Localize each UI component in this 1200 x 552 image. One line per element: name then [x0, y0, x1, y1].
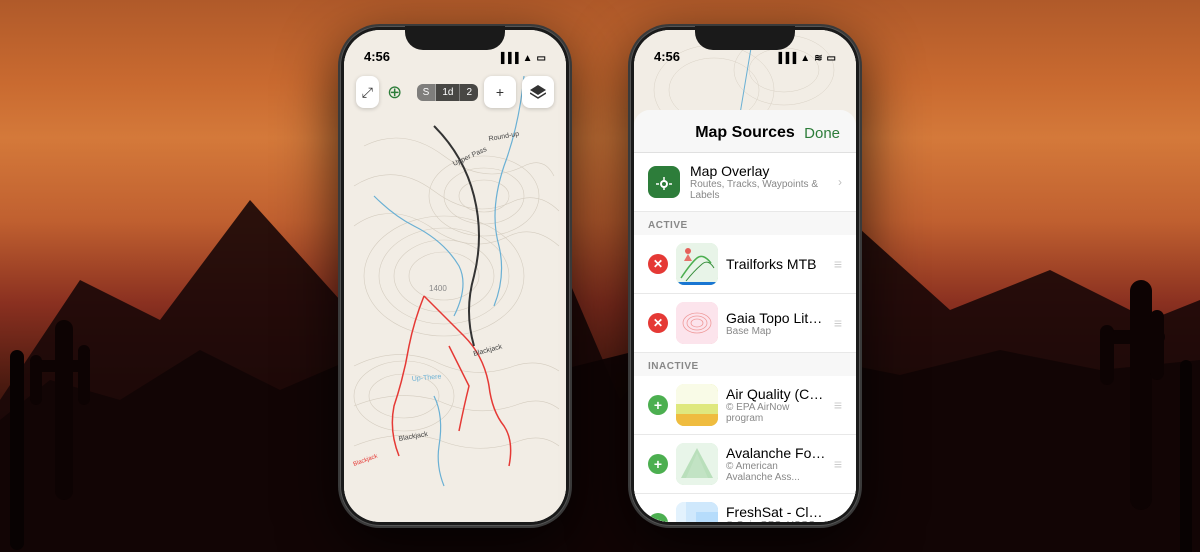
phones-container: 1400 Upper Pass Round-up Blackjack Black… — [0, 0, 1200, 552]
airquality-info: Air Quality (Current) © EPA AirNow progr… — [726, 386, 826, 424]
avalanche-subtitle: © American Avalanche Ass... — [726, 461, 826, 483]
map-sources-title: Map Sources — [695, 124, 795, 142]
avalanche-name: Avalanche Forecast — [726, 445, 826, 461]
layers-button[interactable] — [522, 76, 554, 108]
overlay-chevron: › — [838, 175, 842, 189]
airquality-thumbnail — [676, 384, 718, 426]
phone-right: 4:56 ▐▐▐ ▲ ≋ ▭ Map Sources Done — [630, 26, 860, 526]
phone-left-notch — [405, 26, 505, 50]
phone-right-screen: 4:56 ▐▐▐ ▲ ≋ ▭ Map Sources Done — [634, 30, 856, 522]
add-airquality-button[interactable]: + — [648, 395, 668, 415]
map-overlay-row[interactable]: Map Overlay Routes, Tracks, Waypoints & … — [634, 153, 856, 212]
map-segments: S 1d 2 — [417, 84, 478, 101]
source-row-trailforks[interactable]: ✕ Trailforks MTB — [634, 235, 856, 294]
avalanche-thumbnail — [676, 443, 718, 485]
signal-icon-left: ▐▐▐ — [497, 53, 518, 64]
time-left: 4:56 — [364, 49, 390, 64]
trailforks-thumbnail — [676, 243, 718, 285]
status-icons-right: ▐▐▐ ▲ ≋ ▭ — [775, 53, 836, 64]
segment-s[interactable]: S — [417, 84, 437, 101]
remove-gaia-button[interactable]: ✕ — [648, 313, 668, 333]
map-sources-screen: 4:56 ▐▐▐ ▲ ≋ ▭ Map Sources Done — [634, 30, 856, 522]
overlay-text: Map Overlay Routes, Tracks, Waypoints & … — [690, 163, 828, 201]
signal-icon-right: ▐▐▐ — [775, 53, 796, 64]
trailforks-handle[interactable]: ≡ — [834, 256, 842, 272]
airquality-name: Air Quality (Current) — [726, 386, 826, 402]
freshsat-name: FreshSat - Cloud Free — [726, 504, 826, 520]
gaia-thumbnail — [676, 302, 718, 344]
trailforks-name: Trailforks MTB — [726, 256, 826, 272]
map-sources-panel: Map Sources Done — [634, 110, 856, 522]
freshsat-handle[interactable]: ≡ — [834, 515, 842, 522]
active-section-header: ACTIVE — [634, 212, 856, 235]
add-button[interactable]: + — [484, 76, 516, 108]
trailforks-info: Trailforks MTB — [726, 256, 826, 272]
overlay-icon — [648, 166, 680, 198]
time-right: 4:56 — [654, 49, 680, 64]
map-content: 1400 Upper Pass Round-up Blackjack Black… — [344, 30, 566, 522]
expand-button[interactable]: ⤢ — [356, 76, 379, 108]
active-underline — [678, 282, 716, 285]
gaia-subtitle: Base Map — [726, 326, 826, 337]
segment-2[interactable]: 2 — [460, 84, 478, 101]
phone-left-screen: 1400 Upper Pass Round-up Blackjack Black… — [344, 30, 566, 522]
battery-icon-left: ▭ — [537, 53, 546, 64]
overlay-subtitle: Routes, Tracks, Waypoints & Labels — [690, 179, 828, 201]
battery-icon-right: ▭ — [827, 53, 836, 64]
add-avalanche-button[interactable]: + — [648, 454, 668, 474]
gaia-name: Gaia Topo Lite (feet) — [726, 310, 826, 326]
gaia-handle[interactable]: ≡ — [834, 315, 842, 331]
wifi-icon-left: ▲ — [523, 53, 533, 64]
freshsat-subtitle: © Gaia GPS, USGS, Europe... — [726, 520, 826, 522]
gaia-info: Gaia Topo Lite (feet) Base Map — [726, 310, 826, 337]
freshsat-info: FreshSat - Cloud Free © Gaia GPS, USGS, … — [726, 504, 826, 522]
avalanche-info: Avalanche Forecast © American Avalanche … — [726, 445, 826, 483]
remove-trailforks-button[interactable]: ✕ — [648, 254, 668, 274]
airquality-subtitle: © EPA AirNow program — [726, 402, 826, 424]
phone-left: 1400 Upper Pass Round-up Blackjack Black… — [340, 26, 570, 526]
source-row-gaia[interactable]: ✕ Gaia To — [634, 294, 856, 353]
svg-text:1400: 1400 — [429, 284, 447, 293]
wifi-icon-right: ≋ — [814, 53, 822, 64]
location-icon-right: ▲ — [800, 53, 810, 64]
gps-button[interactable]: ⊕ — [379, 76, 411, 108]
map-sources-header: Map Sources Done — [634, 110, 856, 153]
inactive-section-header: INACTIVE — [634, 353, 856, 376]
add-freshsat-button[interactable]: + — [648, 513, 668, 522]
source-row-airquality[interactable]: + Air Quality (Current) © EPA AirNow pro… — [634, 376, 856, 435]
phone-right-notch — [695, 26, 795, 50]
map-toolbar: ⤢ ⊕ S 1d 2 + — [344, 68, 566, 116]
avalanche-handle[interactable]: ≡ — [834, 456, 842, 472]
source-row-avalanche[interactable]: + Avalanche Forecast © American Avalanch… — [634, 435, 856, 494]
done-button[interactable]: Done — [804, 125, 840, 142]
status-icons-left: ▐▐▐ ▲ ▭ — [497, 53, 546, 64]
freshsat-thumbnail — [676, 502, 718, 522]
source-row-freshsat[interactable]: + FreshSat - Cloud Free © Gaia GPS, — [634, 494, 856, 522]
segment-1d[interactable]: 1d — [436, 84, 460, 101]
overlay-title: Map Overlay — [690, 163, 828, 179]
airquality-handle[interactable]: ≡ — [834, 397, 842, 413]
